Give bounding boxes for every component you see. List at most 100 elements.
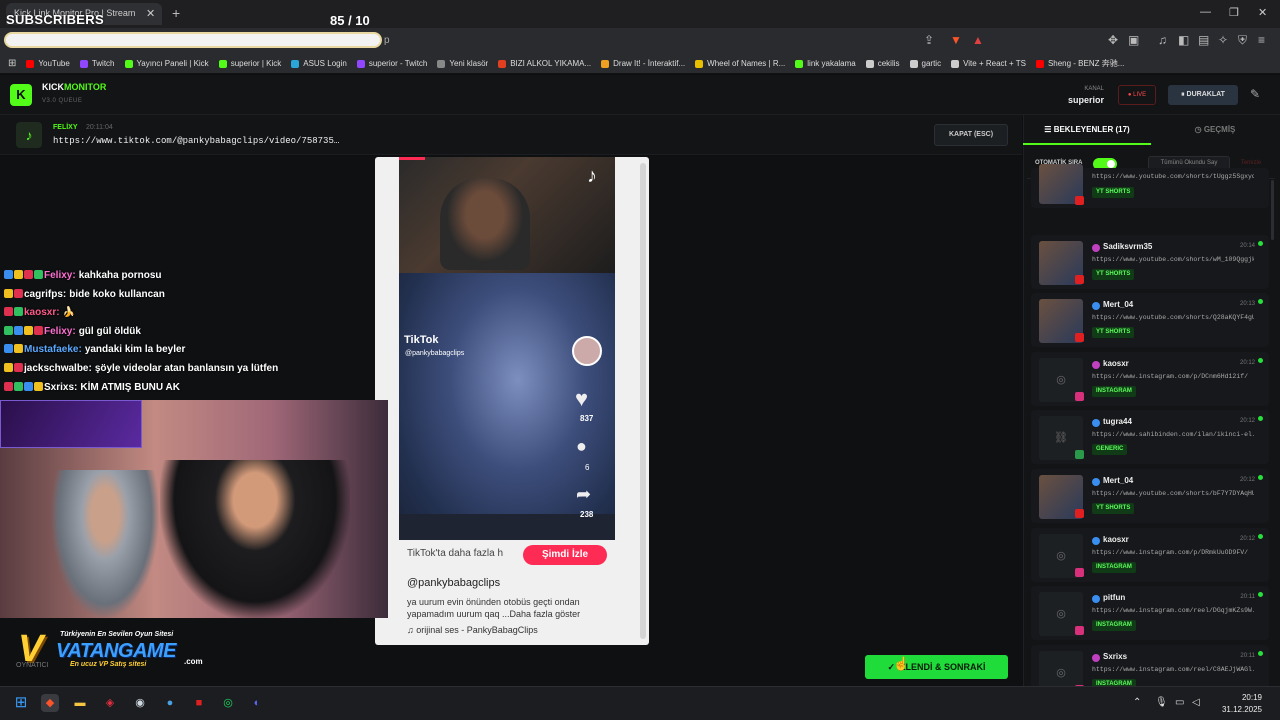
share-icon[interactable]: ⇪ (924, 33, 934, 47)
new-tab-button[interactable]: + (172, 5, 180, 21)
bookmark-item[interactable]: Twitch (79, 59, 115, 68)
app-icon[interactable]: ● (161, 694, 179, 712)
extensions-icon[interactable]: ✥ (1108, 33, 1118, 47)
bookmark-item[interactable]: superior | Kick (218, 59, 282, 68)
brand-title: KICKMONITOR (42, 82, 106, 92)
heart-icon[interactable]: ♥ (575, 386, 588, 412)
bookmark-item[interactable]: superior - Twitch (356, 59, 427, 68)
comment-icon[interactable]: ● (576, 436, 587, 457)
bookmark-item[interactable]: cekilis (865, 59, 900, 68)
share-arrow-icon[interactable]: ➦ (576, 484, 591, 505)
valorant-icon[interactable]: ■ (190, 694, 208, 712)
chat-badge-icon (14, 381, 23, 391)
watch-now-button[interactable]: Şimdi İzle (523, 545, 607, 565)
sponsor-tagline: Türkiyenin En Sevilen Oyun Sitesi (60, 631, 174, 638)
bookmark-item[interactable]: YouTube (26, 59, 70, 68)
network-icon[interactable]: ▭ (1175, 697, 1184, 708)
minimize-button[interactable]: — (1200, 6, 1211, 18)
queue-item[interactable]: ⛓ tugra44 20:12 https://www.sahibinden.com/… (1031, 410, 1269, 465)
url-input[interactable] (4, 32, 382, 48)
queue-username: kaosxr (1103, 534, 1129, 544)
spotify-icon[interactable]: ◎ (219, 694, 237, 712)
edit-icon[interactable]: ✎ (1250, 87, 1260, 101)
volume-icon[interactable]: ◁ (1192, 697, 1200, 708)
media-icon[interactable]: ♫ (1158, 33, 1167, 47)
window-close-button[interactable]: ✕ (1258, 6, 1267, 19)
queue-time: 20:14 (1239, 242, 1255, 249)
queue-item[interactable]: https://www.youtube.com/shorts/tUggz5Sgx… (1031, 164, 1269, 208)
bookmark-label: gartic (921, 59, 942, 68)
bookmark-item[interactable]: BIZI ALKOL YIKAMA... (498, 59, 591, 68)
tiktok-music[interactable]: ♫ orijinal ses - PankyBabagClips (407, 625, 538, 635)
mic-icon[interactable]: 🎙 (1155, 697, 1168, 708)
bookmark-icon (124, 59, 133, 68)
chat-message: kaosxr: 🍌 (4, 307, 75, 318)
queue-scrollbar[interactable] (1271, 180, 1274, 240)
riot-client-icon[interactable]: ◈ (101, 694, 119, 712)
bookmark-item[interactable]: Sheng - BENZ 奔驰... (1035, 58, 1124, 69)
comment-count: 6 (585, 463, 590, 472)
instagram-icon (1075, 391, 1084, 401)
channel-value: superior (1067, 95, 1104, 105)
steam-icon[interactable]: ◉ (131, 694, 149, 712)
bookmark-item[interactable]: Vite + React + TS (951, 59, 1026, 68)
embed-scrollbar[interactable] (640, 163, 646, 639)
bookmark-item[interactable]: Wheel of Names | R... (695, 59, 785, 68)
file-explorer-icon[interactable]: ▬ (71, 694, 89, 712)
sponsor-name: VATANGAME (56, 640, 176, 662)
live-button[interactable]: ● LIVE (1118, 85, 1156, 105)
queue-username: Mert_04 (1103, 300, 1134, 310)
queue-item[interactable]: Mert_04 20:13 https://www.youtube.com/shor… (1031, 293, 1269, 348)
tab-queue[interactable]: ☰ BEKLEYENLER (17) (1023, 115, 1151, 145)
bookmark-label: superior | Kick (230, 59, 282, 68)
brave-shield-icon[interactable]: ▼ (950, 33, 962, 47)
bookmark-icon (79, 59, 88, 68)
bookmark-item[interactable]: Yayıncı Paneli | Kick (124, 59, 209, 68)
vpn-icon[interactable]: ⛨ (1238, 33, 1247, 48)
windows-start-icon[interactable]: ⊞ (12, 694, 30, 712)
bookmark-item[interactable]: gartic (909, 59, 942, 68)
tiktok-username[interactable]: @pankybabagclips (407, 577, 500, 589)
leo-icon[interactable]: ✧ (1218, 33, 1228, 47)
chat-badge-icon (14, 307, 23, 317)
sidebar-icon[interactable]: ◧ (1178, 33, 1189, 47)
pause-button[interactable]: ⏸ DURAKLAT (1168, 85, 1238, 105)
apps-grid-icon[interactable]: ⊞ (8, 58, 16, 69)
tray-chevron-icon[interactable]: ⌃ (1133, 697, 1141, 708)
chat-username: cagrifps: (24, 288, 67, 300)
instagram-icon (1075, 567, 1084, 577)
clock-date[interactable]: 31.12.2025 (1212, 705, 1262, 714)
clock-time[interactable]: 20:19 (1212, 693, 1262, 702)
bookmark-item[interactable]: Draw It! - İnteraktif... (601, 59, 685, 68)
close-button[interactable]: KAPAT (ESC) (934, 124, 1008, 146)
reader-icon[interactable]: ▣ (1128, 33, 1139, 47)
current-url[interactable]: https://www.tiktok.com/@pankybabagclips/… (53, 136, 353, 146)
youtube-icon (1075, 333, 1084, 343)
queue-type-badge: YT SHORTS (1092, 187, 1135, 198)
queue-user-avatar (1092, 536, 1100, 545)
tab-history[interactable]: ◷ GEÇMİŞ (1151, 115, 1279, 145)
chat-text: kahkaha pornosu (78, 270, 162, 281)
bookmark-item[interactable]: link yakalama (795, 59, 856, 68)
bookmark-item[interactable]: Yeni klasör (437, 59, 488, 68)
bookmark-icon (291, 59, 300, 68)
wallet-icon[interactable]: ▤ (1198, 33, 1209, 47)
tab-close-icon[interactable]: ✕ (146, 7, 155, 20)
menu-icon[interactable]: ≡ (1258, 33, 1265, 47)
queue-item[interactable]: Mert_04 20:12 https://www.youtube.com/shor… (1031, 469, 1269, 523)
bookmark-item[interactable]: ASUS Login (291, 59, 347, 68)
subscribers-label: SUBSCRIBERS (6, 12, 104, 27)
brave-browser-icon[interactable]: ◆ (41, 694, 59, 712)
brave-rewards-icon[interactable]: ▲ (972, 33, 984, 47)
instagram-icon (1075, 626, 1084, 636)
discord-icon[interactable]: ◐ (248, 694, 266, 712)
online-dot (1258, 592, 1263, 598)
watched-next-button[interactable]: ✓ İZLENDİ & SONRAKİ (865, 655, 1008, 679)
queue-item[interactable]: Sadiksvrm35 20:14 https://www.youtube.com/… (1031, 234, 1269, 289)
creator-avatar[interactable] (572, 336, 602, 366)
maximize-button[interactable]: ❐ (1229, 6, 1239, 19)
queue-item[interactable]: ◎ kaosxr 20:12 https://www.instagram.com/p/… (1031, 527, 1269, 582)
queue-item[interactable]: ◎ kaosxr 20:12 https://www.instagram.com/p/… (1031, 351, 1269, 406)
queue-item[interactable]: ◎ pitfun 20:11 https://www.instagram.com/re… (1031, 586, 1269, 641)
bookmark-label: BIZI ALKOL YIKAMA... (510, 59, 592, 68)
